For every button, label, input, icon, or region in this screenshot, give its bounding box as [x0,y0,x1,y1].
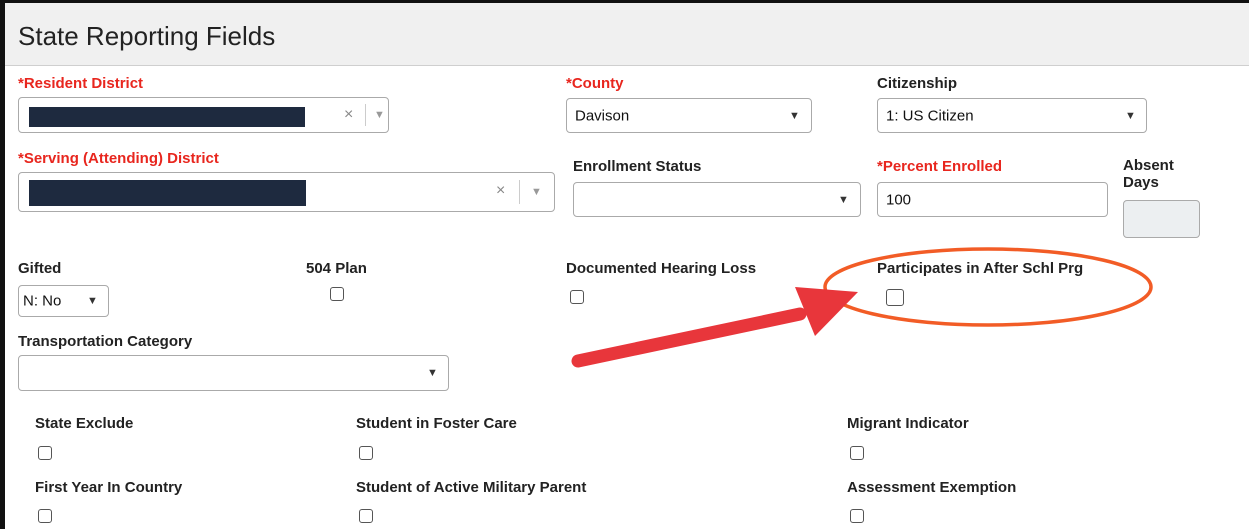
annotation-overlay [571,247,1153,368]
arrow-shaft [571,307,807,368]
highlight-ellipse [823,247,1153,327]
